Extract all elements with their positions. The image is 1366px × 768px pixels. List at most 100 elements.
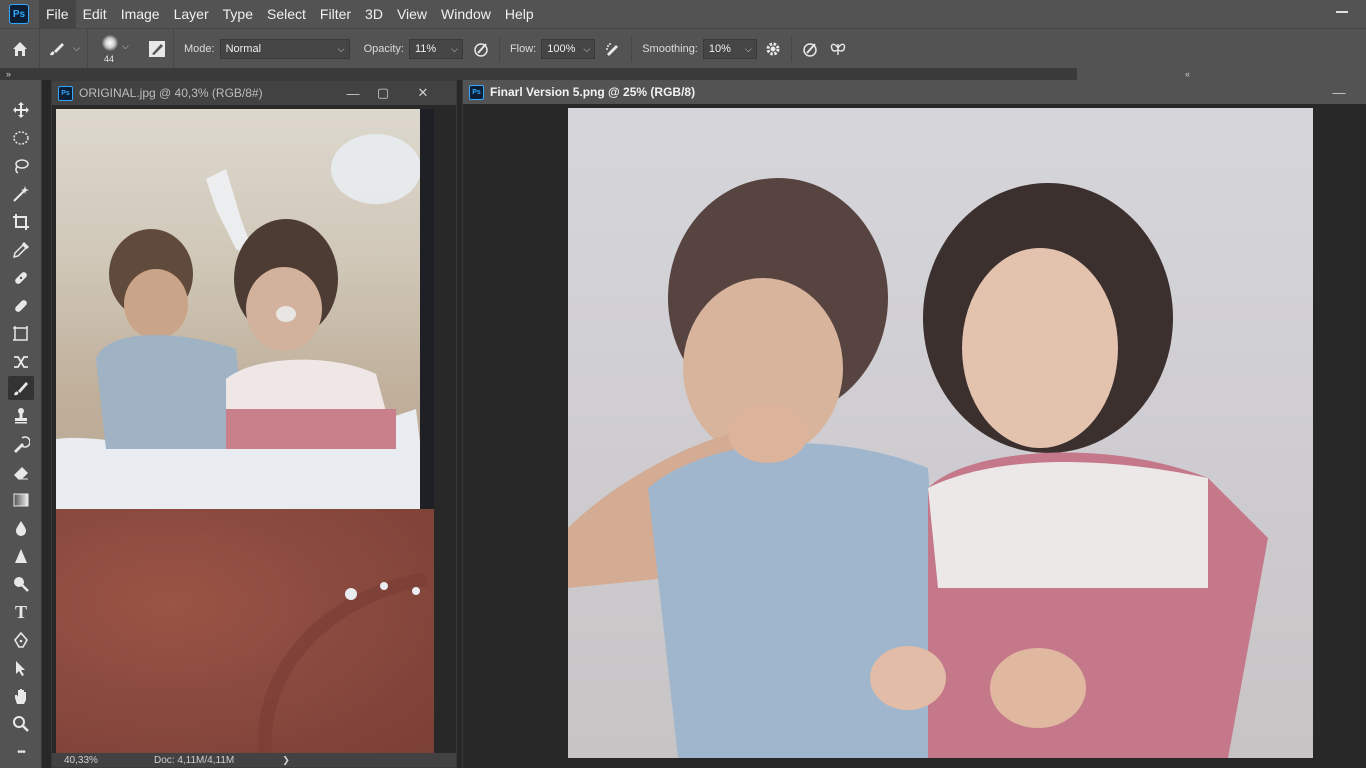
type-tool[interactable]: T: [8, 600, 34, 624]
brush-size-value: 44: [104, 53, 115, 64]
butterfly-icon: [830, 43, 846, 55]
pressure-size-button[interactable]: [796, 29, 824, 69]
zoom-icon: [13, 716, 29, 732]
document-window-final: Ps Finarl Version 5.png @ 25% (RGB/8) —: [462, 80, 1366, 768]
hand-tool[interactable]: [8, 684, 34, 708]
table-wood-grain: [257, 572, 428, 753]
tools-panel: T •••: [0, 80, 42, 768]
hand-icon: [15, 689, 26, 704]
flow-value: 100%: [547, 42, 576, 55]
mode-label: Mode:: [184, 42, 215, 55]
pen-tool[interactable]: [8, 628, 34, 652]
blur-tool[interactable]: [8, 516, 34, 540]
stamp-icon: [15, 408, 27, 424]
eraser-icon: [14, 467, 28, 480]
opacity-input[interactable]: 11% ⌵: [408, 38, 463, 59]
brush-icon: [50, 42, 65, 55]
mode-value: Normal: [225, 42, 262, 55]
collapse-panels-icon[interactable]: «: [1185, 68, 1190, 80]
content-aware-move-tool[interactable]: [8, 350, 34, 374]
tool-preset-picker[interactable]: ⌵: [40, 28, 88, 69]
chevron-down-icon: ⌵: [337, 43, 345, 54]
frame-tool[interactable]: [8, 322, 34, 346]
menu-3d[interactable]: 3D: [358, 0, 390, 28]
pasteboard-left: [463, 104, 568, 754]
smoothing-input[interactable]: 10% ⌵: [702, 38, 757, 59]
smoothing-value: 10%: [708, 42, 731, 55]
expand-toolbar-icon[interactable]: »: [6, 68, 11, 80]
menu-edit[interactable]: Edit: [76, 0, 114, 28]
clone-stamp-tool[interactable]: [8, 404, 34, 428]
menu-file[interactable]: File: [39, 0, 76, 28]
brush-preset-picker[interactable]: 44 ⌵: [88, 29, 140, 69]
airbrush-icon: [606, 42, 619, 56]
flow-input[interactable]: 100% ⌵: [541, 38, 596, 59]
maximize-window-button[interactable]: ▢: [370, 83, 396, 103]
move-tool[interactable]: [8, 98, 34, 122]
more-tools-button[interactable]: •••: [8, 740, 34, 764]
menu-view[interactable]: View: [390, 0, 434, 28]
close-window-button[interactable]: ✕: [410, 83, 436, 103]
eyedropper-icon: [12, 241, 30, 259]
gradient-tool[interactable]: [8, 488, 34, 512]
divider: [498, 35, 500, 62]
smoothing-options-button[interactable]: [759, 29, 787, 69]
menu-image[interactable]: Image: [114, 0, 167, 28]
pen-pressure-icon: [474, 42, 488, 57]
minimize-window-button[interactable]: —: [340, 83, 366, 103]
crop-tool[interactable]: [8, 210, 34, 234]
dodge-tool[interactable]: [8, 572, 34, 596]
toggle-brush-settings-button[interactable]: [140, 28, 174, 69]
brush-tip-preview: [102, 34, 118, 51]
menu-bar: Ps File Edit Image Layer Type Select Fil…: [0, 0, 1366, 28]
original-photo-content: [56, 134, 428, 509]
magic-wand-tool[interactable]: [8, 182, 34, 206]
menu-type[interactable]: Type: [216, 0, 260, 28]
eyedropper-tool[interactable]: [8, 238, 34, 262]
document-tab-final[interactable]: Ps Finarl Version 5.png @ 25% (RGB/8) —: [463, 80, 1366, 104]
photo-background-strip: [420, 109, 434, 509]
type-icon: T: [14, 601, 27, 622]
chevron-down-icon: ⌵: [451, 43, 458, 54]
menu-filter[interactable]: Filter: [313, 0, 358, 28]
minimize-window-button[interactable]: —: [1326, 82, 1352, 102]
path-selection-tool[interactable]: [8, 656, 34, 680]
canvas-original[interactable]: [52, 105, 456, 753]
brush-tool[interactable]: [8, 376, 34, 400]
document-tab-original[interactable]: Ps ORIGINAL.jpg @ 40,3% (RGB/8#) — ▢ ✕: [52, 81, 456, 105]
divider: [631, 35, 633, 62]
menu-select[interactable]: Select: [260, 0, 313, 28]
water-drop-icon: [16, 521, 26, 536]
photo-print: [56, 109, 428, 509]
zoom-tool[interactable]: [8, 712, 34, 736]
airbrush-button[interactable]: [599, 29, 627, 69]
menu-window[interactable]: Window: [434, 0, 498, 28]
history-brush-tool[interactable]: [8, 432, 34, 456]
healing-brush-tool[interactable]: [8, 266, 34, 290]
original-photo-image: [56, 109, 434, 753]
pressure-opacity-button[interactable]: [467, 29, 495, 69]
chevron-right-icon[interactable]: ❯: [282, 755, 290, 766]
canvas-final[interactable]: [463, 104, 1366, 768]
lasso-tool[interactable]: [8, 154, 34, 178]
chevron-down-icon: ⌵: [583, 43, 591, 54]
crossing-arrows-icon: [14, 356, 28, 368]
history-brush-icon: [14, 436, 30, 453]
menu-layer[interactable]: Layer: [167, 0, 216, 28]
pen-icon: [14, 631, 28, 648]
patch-tool[interactable]: [8, 294, 34, 318]
photoshop-logo-icon[interactable]: Ps: [9, 4, 29, 24]
opacity-label: Opacity:: [363, 42, 404, 55]
symmetry-button[interactable]: [824, 29, 852, 69]
mode-select[interactable]: Normal ⌵: [219, 38, 350, 59]
home-button[interactable]: [0, 28, 40, 69]
panel-dock-header: «: [1077, 68, 1366, 80]
ps-document-icon: Ps: [58, 85, 73, 101]
sharpen-tool[interactable]: [8, 544, 34, 568]
lasso-icon: [15, 159, 29, 174]
eraser-tool[interactable]: [8, 460, 34, 484]
elliptical-marquee-tool[interactable]: [8, 126, 34, 150]
minimize-app-button[interactable]: [1336, 3, 1350, 17]
menu-help[interactable]: Help: [498, 0, 541, 28]
zoom-level[interactable]: 40,33%: [64, 755, 144, 766]
